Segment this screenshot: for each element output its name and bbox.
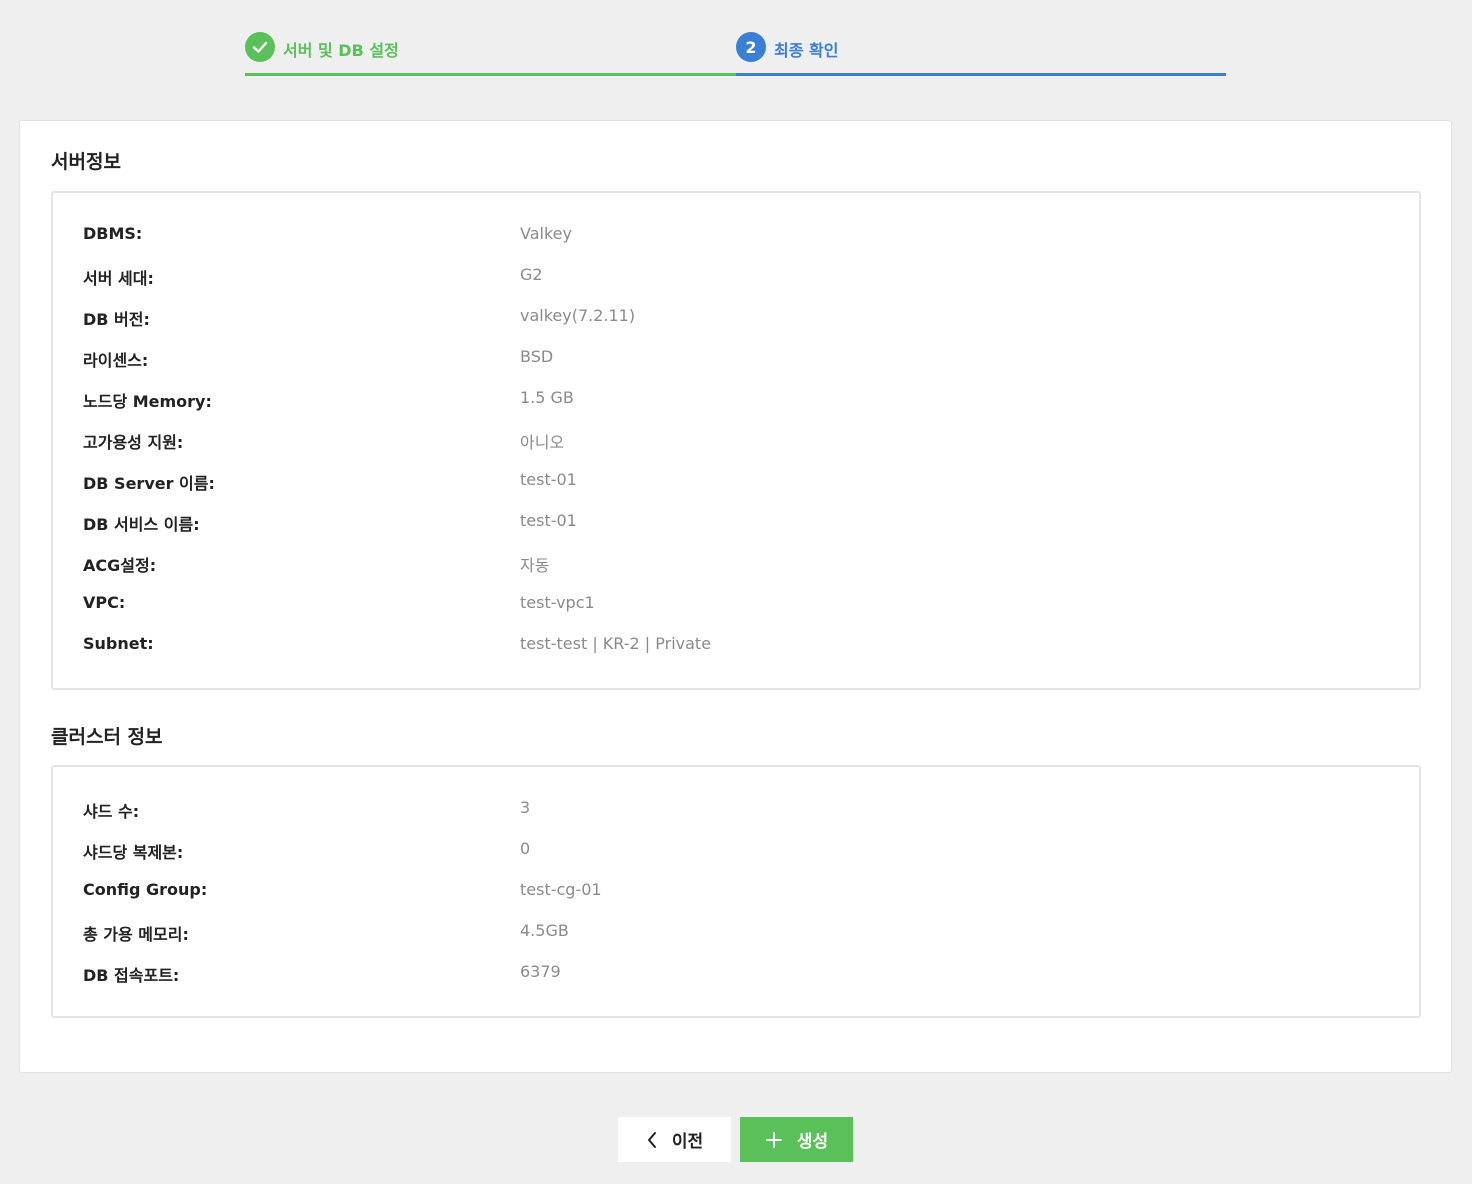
row-label: 샤드 수: xyxy=(83,802,140,821)
row-value: 아니오 xyxy=(520,433,565,452)
info-row: ACG설정: 자동 xyxy=(83,552,1383,576)
summary-card: 서버정보 DBMS: Valkey 서버 세대: G2 DB 버전: valkey(7… xyxy=(19,120,1452,1073)
info-row: DB 서비스 이름: test-01 xyxy=(83,511,1383,535)
row-label: DBMS: xyxy=(83,224,143,243)
info-row: VPC: test-vpc1 xyxy=(83,593,1383,617)
row-label: Config Group: xyxy=(83,880,208,899)
row-value: 3 xyxy=(520,798,531,817)
step-label: 최종 확인 xyxy=(774,41,839,60)
row-value: 6379 xyxy=(520,962,561,981)
row-value: 1.5 GB xyxy=(520,388,574,407)
row-value: test-test | KR-2 | Private xyxy=(520,634,712,653)
row-value: test-01 xyxy=(520,470,577,489)
step-server-db-settings[interactable]: 서버 및 DB 설정 xyxy=(245,26,736,76)
info-row: 샤드당 복제본: 0 xyxy=(83,839,1383,863)
server-info-box: DBMS: Valkey 서버 세대: G2 DB 버전: valkey(7.2.11… xyxy=(51,191,1421,690)
create-button[interactable]: 생성 xyxy=(740,1117,853,1162)
row-label: Subnet: xyxy=(83,634,154,653)
row-label: DB Server 이름: xyxy=(83,474,215,493)
info-row: DBMS: Valkey xyxy=(83,224,1383,248)
row-value: 4.5GB xyxy=(520,921,569,940)
row-label: VPC: xyxy=(83,593,126,612)
row-label: 서버 세대: xyxy=(83,269,154,288)
row-value: 자동 xyxy=(520,556,550,575)
info-row: 총 가용 메모리: 4.5GB xyxy=(83,921,1383,945)
info-row: 라이센스: BSD xyxy=(83,347,1383,371)
row-label: 라이센스: xyxy=(83,351,149,370)
row-label: 노드당 Memory: xyxy=(83,392,212,411)
chevron-left-icon xyxy=(646,1131,658,1149)
row-value: test-01 xyxy=(520,511,577,530)
row-value: 0 xyxy=(520,839,531,858)
row-value: valkey(7.2.11) xyxy=(520,306,636,325)
row-label: 샤드당 복제본: xyxy=(83,843,184,862)
cluster-info-title: 클러스터 정보 xyxy=(51,726,163,748)
info-row: DB Server 이름: test-01 xyxy=(83,470,1383,494)
prev-button-label: 이전 xyxy=(671,1132,704,1152)
row-value: G2 xyxy=(520,265,543,284)
info-row: Config Group: test-cg-01 xyxy=(83,880,1383,904)
check-icon xyxy=(245,32,275,62)
create-button-label: 생성 xyxy=(796,1132,829,1152)
info-row: 노드당 Memory: 1.5 GB xyxy=(83,388,1383,412)
info-row: 고가용성 지원: 아니오 xyxy=(83,429,1383,453)
row-label: ACG설정: xyxy=(83,556,157,575)
cluster-info-box: 샤드 수: 3 샤드당 복제본: 0 Config Group: test-cg-01… xyxy=(51,765,1421,1018)
step-number-badge: 2 xyxy=(736,32,766,62)
info-row: DB 접속포트: 6379 xyxy=(83,962,1383,986)
plus-icon xyxy=(765,1131,783,1149)
row-value: BSD xyxy=(520,347,554,366)
info-row: 샤드 수: 3 xyxy=(83,798,1383,822)
info-row: DB 버전: valkey(7.2.11) xyxy=(83,306,1383,330)
row-value: Valkey xyxy=(520,224,572,243)
prev-button[interactable]: 이전 xyxy=(618,1117,731,1162)
row-label: 총 가용 메모리: xyxy=(83,925,189,944)
row-value: test-cg-01 xyxy=(520,880,602,899)
step-label: 서버 및 DB 설정 xyxy=(283,41,399,60)
row-label: DB 버전: xyxy=(83,310,150,329)
row-value: test-vpc1 xyxy=(520,593,595,612)
row-label: 고가용성 지원: xyxy=(83,433,184,452)
info-row: 서버 세대: G2 xyxy=(83,265,1383,289)
row-label: DB 서비스 이름: xyxy=(83,515,200,534)
row-label: DB 접속포트: xyxy=(83,966,180,985)
stepper: 서버 및 DB 설정 2 최종 확인 xyxy=(245,26,1226,76)
step-final-confirm[interactable]: 2 최종 확인 xyxy=(736,26,1226,76)
server-info-title: 서버정보 xyxy=(51,151,121,173)
info-row: Subnet: test-test | KR-2 | Private xyxy=(83,634,1383,658)
